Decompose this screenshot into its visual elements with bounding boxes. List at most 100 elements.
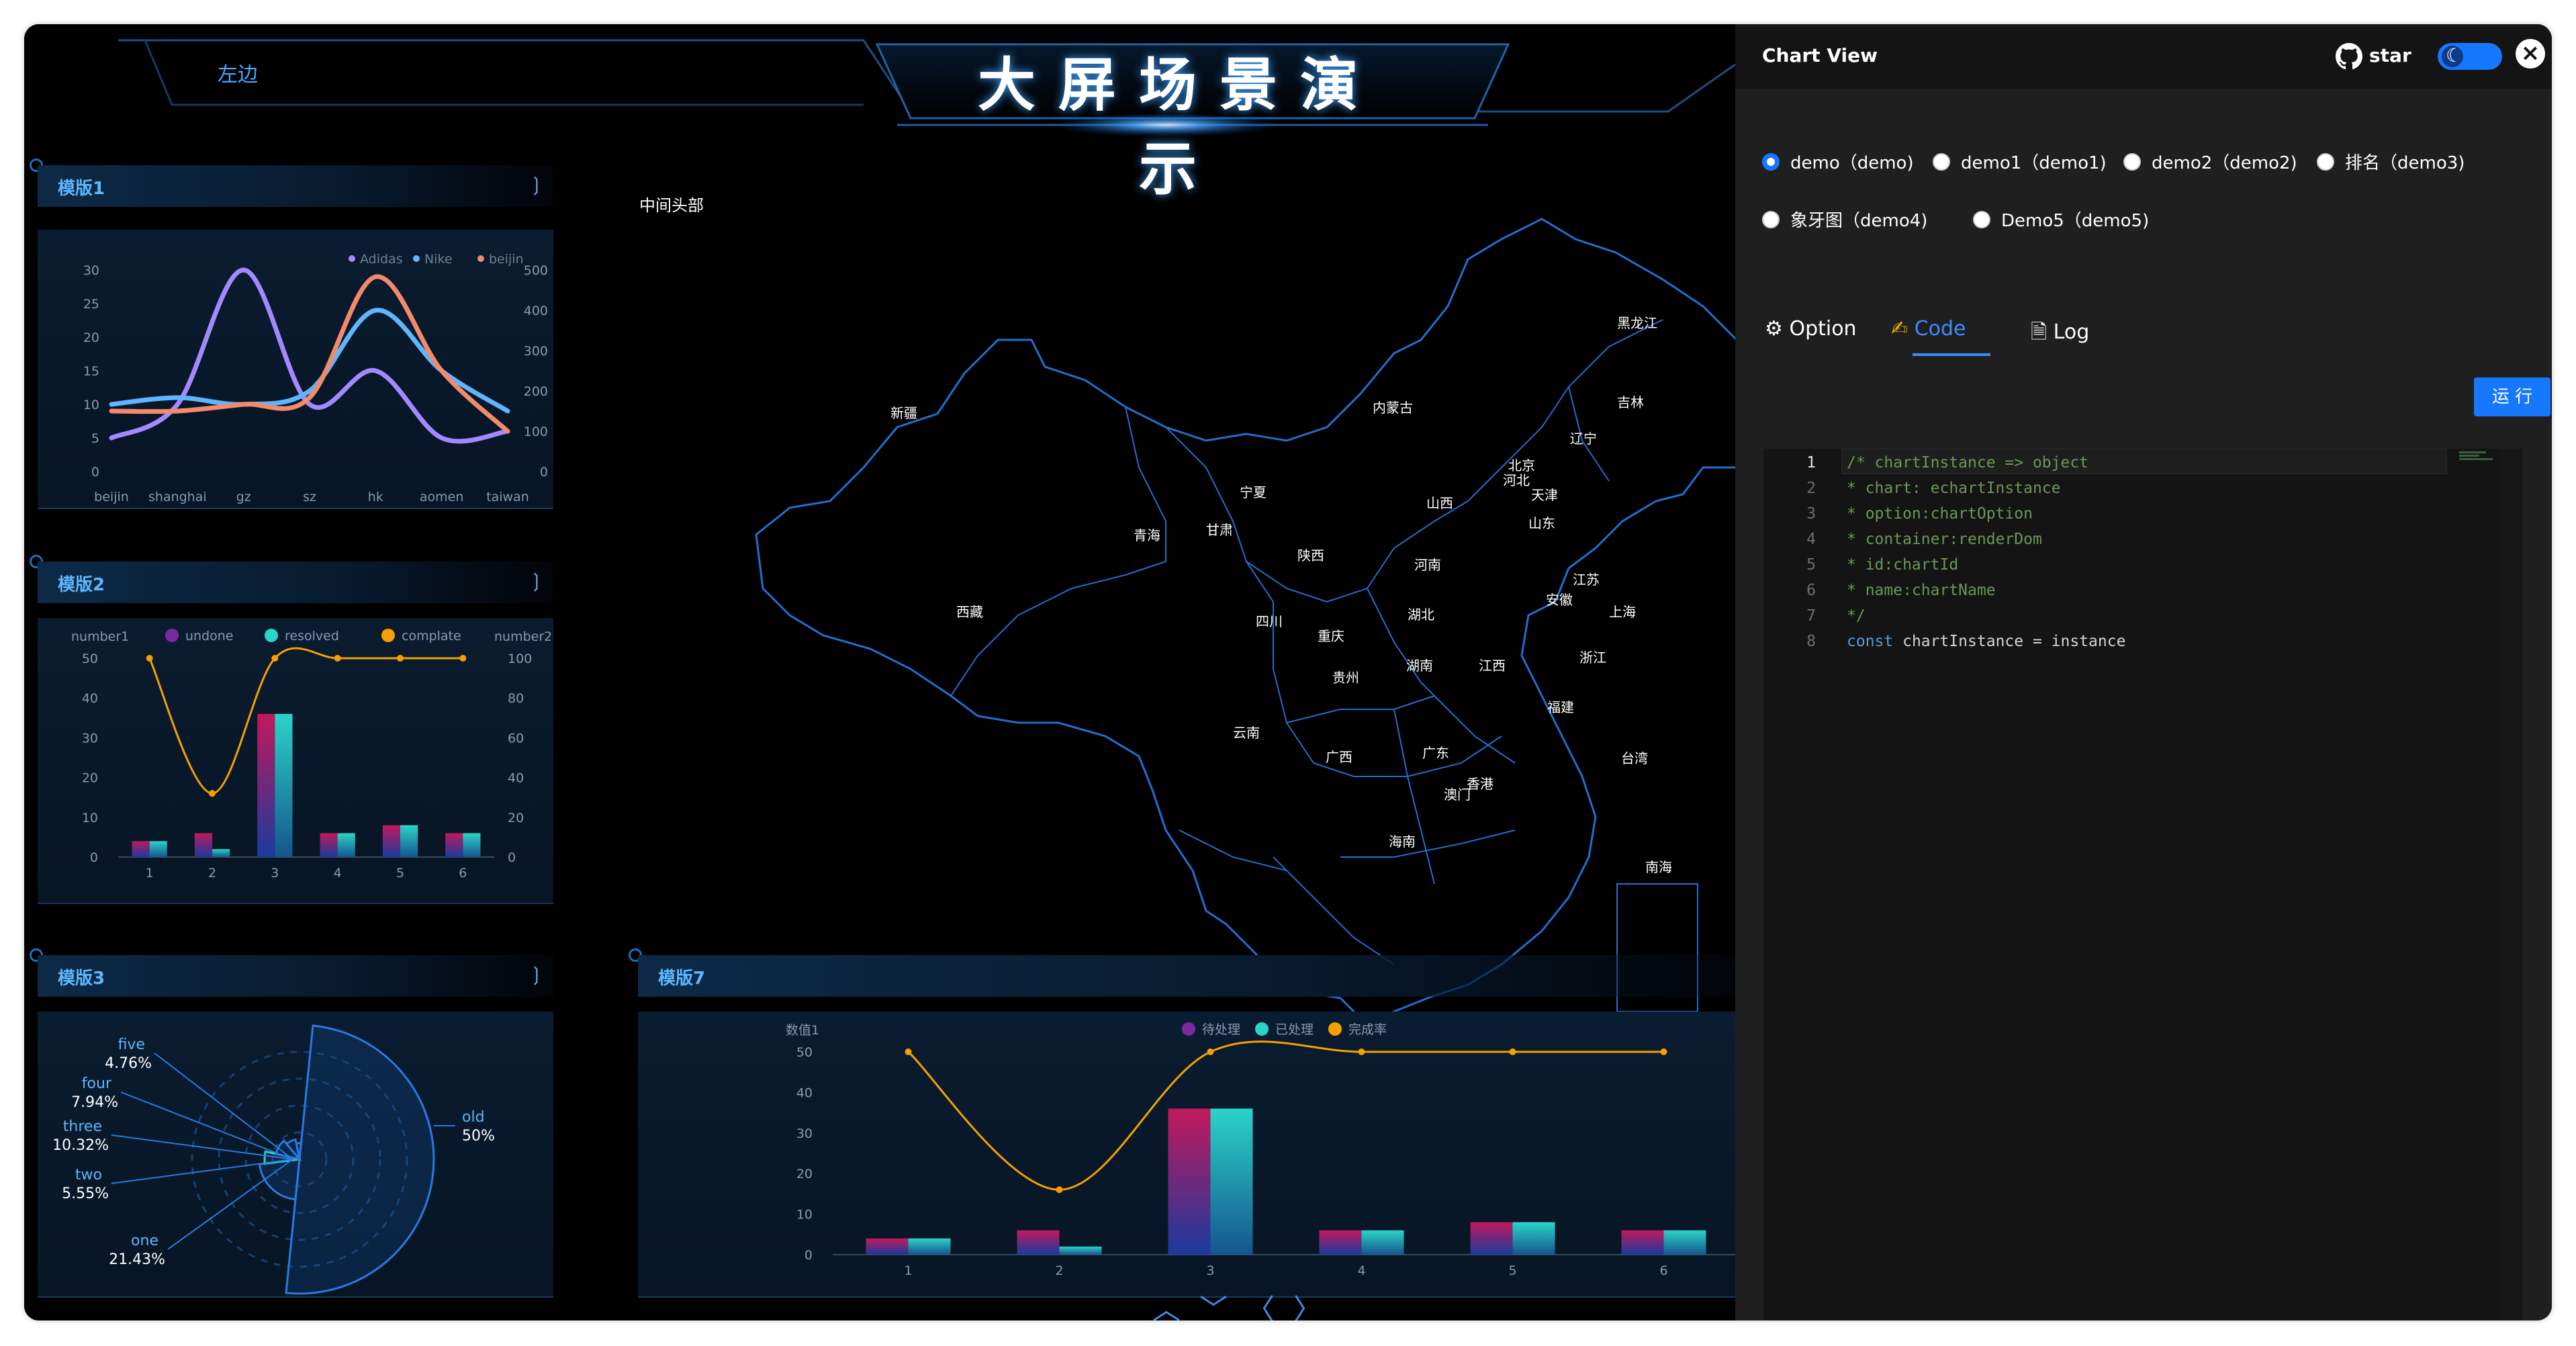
legend-label: 已处理: [1275, 1022, 1314, 1037]
radio-demo5[interactable]: Demo5（demo5): [1973, 207, 2149, 232]
line-point: [334, 655, 341, 662]
line-number: 4: [1806, 531, 1816, 548]
panel-title: 模版2: [58, 575, 105, 595]
panel-title: 模版1: [58, 179, 105, 199]
left-tab[interactable]: 左边: [218, 58, 258, 87]
legend-label: Nike: [424, 252, 453, 267]
province-label-河南: 河南: [1414, 557, 1441, 573]
radio-dot: [1762, 210, 1780, 228]
theme-toggle[interactable]: ☾: [2438, 43, 2502, 70]
line-point: [1056, 1186, 1063, 1194]
tab-option[interactable]: ⚙ Option: [1765, 317, 1857, 341]
legend-label: 待处理: [1202, 1022, 1240, 1037]
panel-header-7: 模版7: [638, 955, 1735, 997]
run-button[interactable]: 运 行: [2474, 377, 2550, 416]
y-right-tick-label: 200: [524, 384, 548, 399]
big-screen-dashboard: 大屏场景演示 左边 模版1 ❳ 0 5 10 15 20 25 30 0 100 200 300 40…: [24, 24, 1735, 1320]
legend-marker: [265, 629, 278, 642]
pie-label: two: [75, 1167, 102, 1183]
legend-label: complate: [402, 629, 461, 643]
province-label-陕西: 陕西: [1297, 547, 1324, 564]
y-right-axis-title: number2: [494, 629, 552, 644]
bar-resolved: [337, 833, 355, 857]
app-window: 大屏场景演示 左边 模版1 ❳ 0 5 10 15 20 25 30 0 100 200 300 40…: [24, 24, 2552, 1320]
y-right-tick-label: 300: [524, 344, 548, 359]
tab-log[interactable]: 🗎 Log: [2031, 317, 2089, 351]
province-label-湖北: 湖北: [1408, 607, 1434, 623]
bar-已处理: [1210, 1108, 1253, 1255]
x-tick-label: sz: [303, 490, 316, 504]
y-tick-label: 30: [83, 263, 99, 278]
close-button[interactable]: ×: [2516, 39, 2545, 69]
legend-marker: [1255, 1022, 1269, 1036]
radio-demo4[interactable]: 象牙图（demo4): [1762, 207, 1927, 232]
province-label-黑龙江: 黑龙江: [1617, 315, 1657, 331]
chevron-left-icon[interactable]: 〈: [1246, 1293, 1293, 1320]
radio-dot: [1973, 210, 1990, 228]
chevron-up-icon[interactable]: ︿: [1152, 1293, 1199, 1320]
bar-待处理: [1621, 1230, 1664, 1255]
province-label-江西: 江西: [1479, 658, 1506, 674]
line-number: 2: [1806, 480, 1816, 497]
province-label-重庆: 重庆: [1318, 628, 1344, 644]
bar-undone: [320, 833, 338, 857]
chevron-down-icon[interactable]: ﹀: [1199, 1293, 1246, 1320]
pie-value: 21.43%: [109, 1251, 165, 1268]
tab-code[interactable]: ✍ Code: [1891, 317, 1966, 341]
editor-scrollbar[interactable]: [2499, 449, 2520, 1320]
radio-demo3[interactable]: 排名（demo3): [2317, 149, 2465, 174]
y-tick-label: 20: [796, 1167, 813, 1181]
pie-value: 7.94%: [71, 1094, 118, 1111]
bar-undone: [132, 841, 150, 857]
pager-controls: ︿﹀〈〉: [1152, 1287, 1340, 1320]
tab-label: Option: [1789, 317, 1857, 341]
bar-resolved: [212, 849, 230, 857]
x-tick-label: 1: [146, 866, 154, 881]
line-point: [1207, 1048, 1214, 1055]
bar-待处理: [1470, 1222, 1513, 1255]
bar-已处理: [1512, 1222, 1555, 1255]
star-label[interactable]: star: [2369, 44, 2411, 66]
x-tick-label: shanghai: [148, 490, 207, 504]
bar-undone: [257, 713, 275, 857]
province-label-宁夏: 宁夏: [1240, 484, 1267, 500]
github-icon[interactable]: [2336, 43, 2362, 70]
radio-dot: [2123, 152, 2141, 171]
province-label-西藏: 西藏: [956, 604, 983, 620]
province-label-湖南: 湖南: [1406, 658, 1433, 674]
radio-demo[interactable]: demo（demo): [1762, 149, 1914, 174]
radio-demo2[interactable]: demo2（demo2): [2123, 149, 2297, 174]
province-label-福建: 福建: [1547, 699, 1574, 715]
radio-demo1[interactable]: demo1（demo1): [1933, 149, 2107, 174]
pie-label: old: [462, 1109, 485, 1126]
y-tick-label: 0: [91, 465, 99, 480]
radio-label: demo1（demo1): [1961, 153, 2107, 173]
bar-resolved: [463, 833, 481, 857]
country-outline: [755, 218, 1735, 1026]
province-label-北京: 北京: [1508, 457, 1535, 474]
pie-label: four: [82, 1075, 112, 1092]
radio-label: demo2（demo2): [2152, 153, 2297, 173]
pie-value: 50%: [462, 1128, 495, 1145]
chevron-right-icon[interactable]: 〉: [1293, 1293, 1340, 1320]
edit-icon: ✍: [1891, 317, 1908, 341]
province-label-云南: 云南: [1233, 725, 1260, 741]
bar-resolved: [149, 841, 167, 857]
line-point: [905, 1048, 912, 1055]
code-line: * option:chartOption: [1847, 505, 2033, 523]
chevron-right-icon: ❳: [528, 173, 544, 195]
x-tick-label: taiwan: [486, 490, 529, 504]
panel-title: 模版3: [58, 969, 105, 989]
series-line-beijin: [109, 274, 510, 434]
y-tick-label: 0: [804, 1248, 813, 1263]
bar-已处理: [1663, 1230, 1706, 1255]
code-editor[interactable]: 1 /* chartInstance => object 2 * chart: ech…: [1763, 449, 2522, 1320]
legend-marker: [413, 255, 420, 262]
province-label-广西: 广西: [1326, 749, 1352, 765]
province-label-浙江: 浙江: [1579, 649, 1606, 666]
gear-icon: ⚙: [1765, 317, 1783, 341]
province-label-台湾: 台湾: [1621, 750, 1648, 766]
line-point: [397, 655, 404, 662]
province-label-山西: 山西: [1426, 495, 1453, 511]
rose-pie-chart-3: old 50% one 21.43% two 5.55% three 10.32% four 7.…: [52, 1024, 495, 1295]
